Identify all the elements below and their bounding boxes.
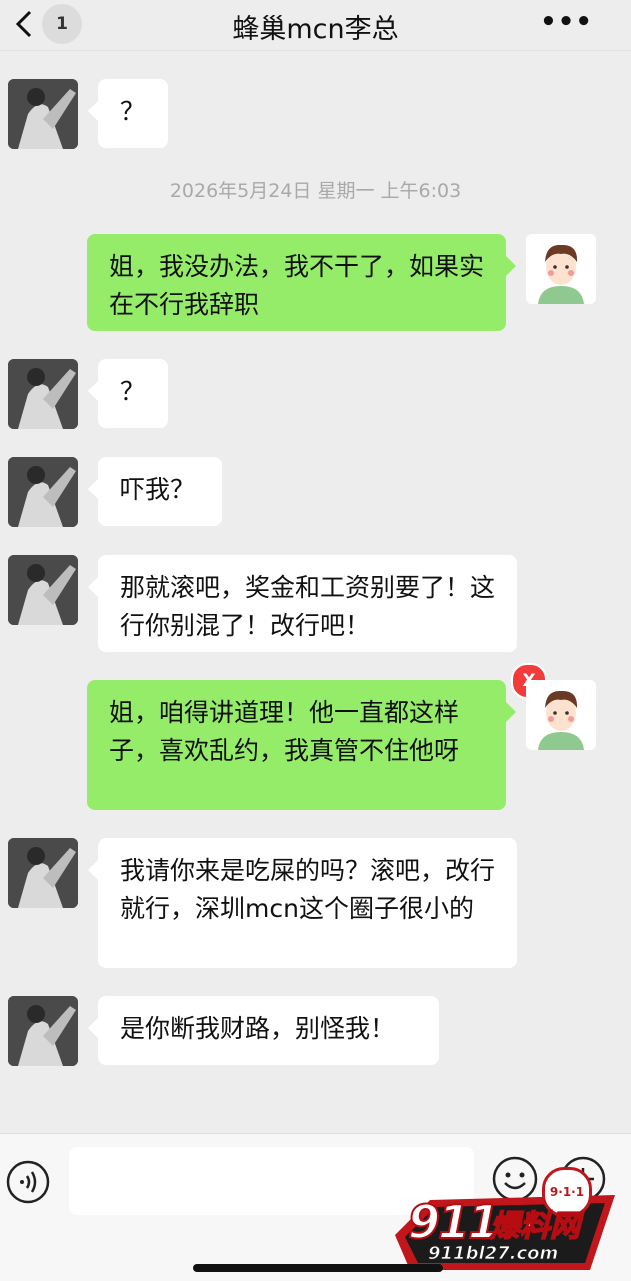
voice-icon[interactable]: [6, 1160, 50, 1204]
cartoon-boy-icon: [526, 680, 596, 750]
message-bubble-friend[interactable]: 那就滚吧，奖金和工资别要了！这行你别混了！改行吧！: [88, 555, 517, 652]
friend-photo-icon: [8, 359, 78, 429]
friend-photo-icon: [8, 555, 78, 625]
message-bubble-friend[interactable]: 我请你来是吃屎的吗？滚吧，改行就行，深圳mcn这个圈子很小的: [88, 838, 517, 968]
watermark-brand: 爆料网: [489, 1208, 581, 1245]
message-timestamp: 2026年5月24日 星期一 上午6:03: [169, 180, 462, 202]
chat-title: 蜂巢mcn李总: [232, 14, 399, 45]
more-dots-icon[interactable]: •••: [540, 9, 593, 35]
watermark-number: 911: [407, 1194, 501, 1250]
friend-avatar[interactable]: [8, 359, 78, 429]
chat-header: 1 蜂巢mcn李总 •••: [0, 0, 631, 51]
watermark-url: 911bl27.com: [428, 1243, 559, 1265]
friend-photo-icon: [8, 79, 78, 149]
friend-photo-icon: [8, 996, 78, 1066]
friend-avatar[interactable]: [8, 555, 78, 625]
message-bubble-friend[interactable]: 吓我？: [88, 457, 222, 526]
friend-avatar[interactable]: [8, 79, 78, 149]
friend-avatar[interactable]: [8, 838, 78, 908]
my-avatar[interactable]: [526, 234, 596, 304]
friend-photo-icon: [8, 838, 78, 908]
cartoon-boy-icon: [526, 234, 596, 304]
site-watermark-logo: 9·1·1 911 爆料网 911bl27.com: [390, 1165, 625, 1275]
my-avatar[interactable]: [526, 680, 596, 750]
message-bubble-friend[interactable]: 是你断我财路，别怪我！: [88, 996, 439, 1065]
message-bubble-friend[interactable]: ？: [88, 79, 168, 148]
friend-avatar[interactable]: [8, 996, 78, 1066]
friend-avatar[interactable]: [8, 457, 78, 527]
home-indicator[interactable]: [193, 1264, 443, 1272]
friend-photo-icon: [8, 457, 78, 527]
message-bubble-me[interactable]: 姐，咱得讲道理！他一直都这样子，喜欢乱约，我真管不住他呀: [87, 680, 516, 810]
message-bubble-me[interactable]: 姐，我没办法，我不干了，如果实在不行我辞职: [87, 234, 516, 331]
message-bubble-friend[interactable]: ？: [88, 359, 168, 428]
